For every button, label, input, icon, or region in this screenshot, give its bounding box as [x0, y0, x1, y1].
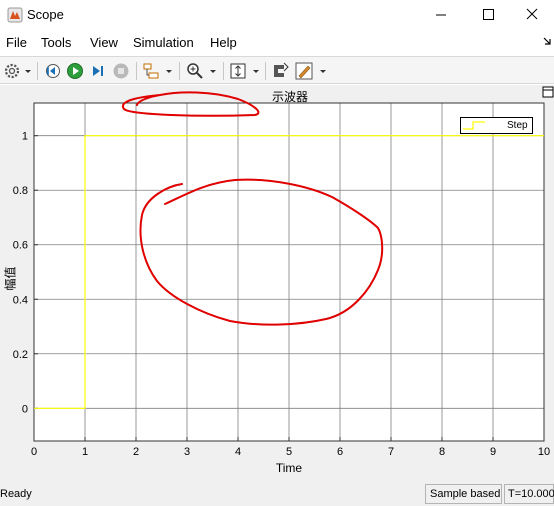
toolbar-separator: [179, 62, 180, 80]
minimize-button[interactable]: [418, 0, 464, 30]
scope-plot[interactable]: 0 1 2 3 4 5 6 7 8 9 1000.20.40.60.81: [0, 85, 554, 482]
gear-icon[interactable]: [2, 61, 22, 81]
x-tick-label: 6: [337, 446, 343, 458]
x-tick-label: 3: [184, 446, 190, 458]
chevron-down-icon[interactable]: [251, 61, 261, 81]
x-tick-label: 5: [286, 446, 292, 458]
autoscale-icon[interactable]: [228, 61, 248, 81]
zoom-icon[interactable]: [185, 61, 205, 81]
undock-icon[interactable]: [542, 86, 554, 98]
chevron-down-icon[interactable]: [23, 61, 33, 81]
x-axis-label: Time: [275, 461, 303, 475]
toolbar-separator: [223, 62, 224, 80]
legend-step-label: Step: [507, 120, 528, 131]
plot-title: 示波器: [271, 90, 308, 104]
title-bar: Scope: [0, 0, 554, 30]
toolbar-separator: [136, 62, 137, 80]
dock-arrow-icon[interactable]: [542, 36, 552, 46]
menu-simulation[interactable]: Simulation: [133, 35, 194, 50]
toolbar-separator: [265, 62, 266, 80]
close-button[interactable]: [508, 0, 554, 30]
y-tick-label: 0.8: [13, 185, 28, 197]
x-tick-label: 4: [235, 446, 241, 458]
maximize-icon: [483, 9, 494, 20]
grid: [33, 102, 545, 442]
status-text: Ready: [0, 488, 32, 500]
x-tick-label: 2: [133, 446, 139, 458]
chevron-down-icon[interactable]: [208, 61, 218, 81]
x-tick-label: 7: [388, 446, 394, 458]
window-title: Scope: [27, 7, 64, 22]
minimize-icon: [436, 14, 446, 16]
chevron-down-icon[interactable]: [164, 61, 174, 81]
maximize-button[interactable]: [464, 0, 510, 30]
legend-step-swatch: [463, 121, 485, 130]
x-tick-label: 10: [538, 446, 550, 458]
y-tick-label: 0: [22, 403, 28, 415]
menu-help[interactable]: Help: [210, 35, 237, 50]
toolbar: [0, 56, 554, 84]
scope-app-icon: [7, 7, 23, 23]
highlight-block-icon[interactable]: [270, 61, 290, 81]
scope-display: 0 1 2 3 4 5 6 7 8 9 10 0 0.2 0.4 0.6 0.8 1 示波器 Step Time…: [0, 85, 554, 482]
x-tick-label: 0: [31, 446, 37, 458]
y-tick-label: 0.2: [13, 349, 28, 361]
y-tick-label: 1: [22, 131, 28, 143]
menu-bar: File Tools View Simulation Help: [0, 31, 554, 55]
y-axis-label: 幅值: [3, 266, 18, 291]
x-tick-label: 1: [82, 446, 88, 458]
menu-file[interactable]: File: [6, 35, 27, 50]
step-forward-icon[interactable]: [88, 61, 108, 81]
stop-icon[interactable]: [111, 61, 131, 81]
sample-mode-indicator: Sample based: [425, 484, 502, 504]
menu-view[interactable]: View: [90, 35, 118, 50]
chevron-down-icon[interactable]: [318, 61, 328, 81]
y-tick-label: 0.6: [13, 240, 28, 252]
step-back-icon[interactable]: [42, 61, 62, 81]
x-tick-label: 8: [439, 446, 445, 458]
menu-tools[interactable]: Tools: [41, 35, 71, 50]
close-icon: [526, 8, 538, 20]
simulation-time-indicator: T=10.000: [504, 484, 554, 504]
run-icon[interactable]: [65, 61, 85, 81]
signal-selector-icon[interactable]: [141, 61, 161, 81]
toolbar-separator: [37, 62, 38, 80]
legend[interactable]: Step: [460, 117, 533, 134]
x-tick-label: 9: [490, 446, 496, 458]
status-bar: Ready Sample based T=10.000: [0, 482, 554, 506]
style-icon[interactable]: [294, 61, 314, 81]
